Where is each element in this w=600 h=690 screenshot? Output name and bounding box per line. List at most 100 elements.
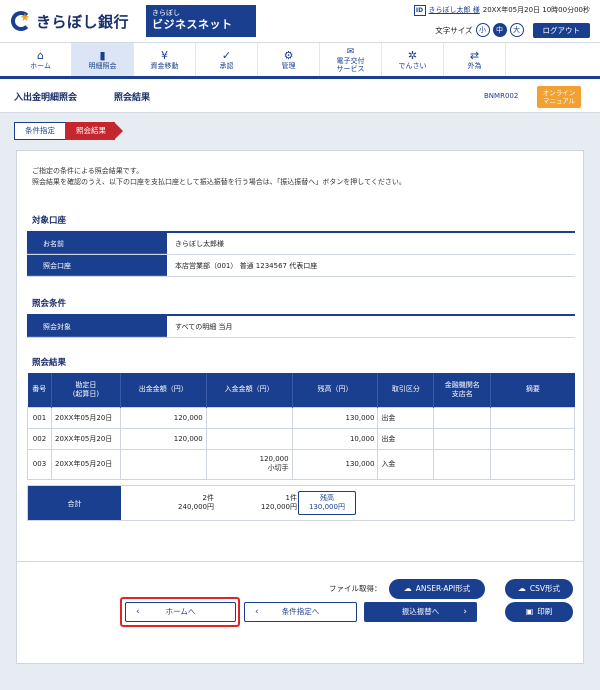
kv-key: 照会対象 <box>27 316 167 337</box>
nav-item-label: 外為 <box>467 62 482 70</box>
col-header-deposit: 入金金額（円） <box>206 373 293 407</box>
col-header-memo: 摘要 <box>490 373 575 407</box>
bank-logo[interactable]: ★ きらぼし銀行 <box>10 7 140 35</box>
cell-no: 001 <box>27 406 52 429</box>
nav-item-e-delivery[interactable]: ✉ 電子交付 サービス <box>320 43 382 76</box>
densai-icon: ✲ <box>407 49 418 62</box>
cell-withdraw: 120,000 <box>119 427 207 450</box>
totals-deposit-sum: 120,000円 <box>261 503 297 511</box>
cell-bank <box>433 427 492 450</box>
chevron-left-icon: ‹ <box>136 607 140 617</box>
transfer-button[interactable]: 振込振替へ › <box>364 602 477 622</box>
font-size-large-button[interactable]: 大 <box>509 23 524 37</box>
service-sub-label: きらぼし <box>152 9 180 17</box>
nav-item-label: でんさい <box>398 62 427 70</box>
logout-button[interactable]: ログアウト <box>532 22 590 38</box>
anser-api-download-button[interactable]: ☁ ANSER-API形式 <box>389 579 485 599</box>
font-size-medium-button[interactable]: 中 <box>492 23 507 37</box>
totals-withdraw: 2件 240,000円 <box>121 486 214 520</box>
totals-deposit-count: 1件 <box>285 494 297 502</box>
screen-id: BNMR002 <box>484 92 519 100</box>
file-download-label: ファイル取得： <box>329 584 382 593</box>
totals-withdraw-count: 2件 <box>202 494 214 502</box>
online-manual-button[interactable]: オンライン マニュアル <box>537 86 581 108</box>
condition-button-label: 条件指定へ <box>281 607 320 616</box>
nav-item-label: 明細照会 <box>88 62 117 70</box>
kv-value: すべての明細 当月 <box>175 323 233 331</box>
forex-icon: ⇄ <box>469 49 480 62</box>
account-section-title: 対象口座 <box>32 216 67 226</box>
mail-icon: ✉ <box>346 46 355 57</box>
main-panel: ご指定の条件による照会結果です。 照会結果を確認のうえ、以下の口座を支払口座とし… <box>16 150 584 664</box>
cell-no: 002 <box>27 427 52 450</box>
page-title: 入出金明細照会 <box>14 93 78 103</box>
kv-key: お名前 <box>27 233 167 254</box>
cell-bank <box>433 406 492 429</box>
kv-value: きらぼし太郎様 <box>175 240 224 248</box>
user-name-link[interactable]: きらぼし太郎 様 <box>429 5 480 15</box>
kv-value: 本店営業部（001） 普通 1234567 代表口座 <box>175 262 318 270</box>
step-indicator: 条件指定 照会結果 <box>14 122 123 140</box>
cell-withdraw: 120,000 <box>119 406 207 429</box>
nav-item-admin[interactable]: ⚙ 管理 <box>258 43 320 76</box>
chevron-right-icon: › <box>463 607 467 617</box>
anser-api-label: ANSER-API形式 <box>415 584 471 593</box>
account-table: お名前 きらぼし太郎様 照会口座 本店営業部（001） 普通 1234567 代… <box>27 231 575 277</box>
home-button[interactable]: ‹ ホームへ <box>125 602 236 622</box>
cell-date: 20XX年05月20日 <box>50 427 121 450</box>
user-bar: ID きらぼし太郎 様 20XX年05月20日 10時00分00秒 <box>413 4 590 16</box>
col-header-balance: 残高（円） <box>292 373 379 407</box>
conditions-row-target: 照会対象 すべての明細 当月 <box>27 316 575 338</box>
cell-deposit <box>205 406 293 429</box>
conditions-table: 照会対象 すべての明細 当月 <box>27 314 575 338</box>
cell-balance: 130,000 <box>291 406 379 429</box>
nav-item-statement[interactable]: ▮ 明細照会 <box>72 43 134 76</box>
cell-deposit-note: 小切手 <box>267 464 289 472</box>
col-header-bank: 金融機関名 支店名 <box>433 373 492 407</box>
nav-item-approval[interactable]: ✓ 承認 <box>196 43 258 76</box>
nav-item-label: 資金移動 <box>150 62 179 70</box>
conditions-section-title: 照会条件 <box>32 299 67 309</box>
table-row: 002 20XX年05月20日 120,000 10,000 出金 <box>27 427 575 450</box>
nav-item-label: ホーム <box>30 62 51 70</box>
totals-withdraw-sum: 240,000円 <box>178 503 214 511</box>
nav-item-label: 電子交付 サービス <box>336 56 365 73</box>
transfer-button-label: 振込振替へ <box>401 607 440 616</box>
kiraboshi-logo-icon: ★ <box>10 10 32 32</box>
results-header-row: 番号 勘定日 (起算日) 出金金額（円） 入金金額（円） 残高（円） 取引区分 … <box>27 373 575 407</box>
cell-balance: 10,000 <box>291 427 379 450</box>
document-icon: ▮ <box>99 49 106 62</box>
printer-icon: ▣ <box>525 607 534 616</box>
cell-memo <box>490 406 575 429</box>
user-icon: ID <box>413 4 426 16</box>
cell-type: 入金 <box>377 448 435 480</box>
col-header-date: 勘定日 (起算日) <box>51 373 121 407</box>
totals-balance-label: 残高 <box>320 494 334 502</box>
cell-balance: 130,000 <box>291 448 379 480</box>
print-button[interactable]: ▣ 印刷 <box>505 602 573 622</box>
page-subtitle: 照会結果 <box>114 93 151 103</box>
totals-balance-value: 130,000円 <box>309 503 345 511</box>
cell-date: 20XX年05月20日 <box>50 406 121 429</box>
condition-button[interactable]: ‹ 条件指定へ <box>244 602 357 622</box>
account-row-account: 照会口座 本店営業部（001） 普通 1234567 代表口座 <box>27 255 575 277</box>
print-button-label: 印刷 <box>537 607 553 616</box>
intro-text: ご指定の条件による照会結果です。 照会結果を確認のうえ、以下の口座を支払口座とし… <box>32 166 406 188</box>
cell-memo <box>490 448 575 480</box>
cell-memo <box>490 427 575 450</box>
bank-name: きらぼし銀行 <box>36 12 130 31</box>
col-header-withdraw: 出金金額（円） <box>120 373 207 407</box>
font-size-small-button[interactable]: 小 <box>475 23 490 37</box>
nav-item-transfer[interactable]: ¥ 資金移動 <box>134 43 196 76</box>
font-size-label: 文字サイズ <box>435 25 473 35</box>
nav-item-label: 管理 <box>281 62 296 70</box>
step-result: 照会結果 <box>65 122 123 140</box>
last-login-time: 20XX年05月20日 10時00分00秒 <box>482 6 590 14</box>
csv-download-button[interactable]: ☁ CSV形式 <box>505 579 573 599</box>
nav-item-label: 承認 <box>219 62 234 70</box>
nav-item-home[interactable]: ⌂ ホーム <box>10 43 72 76</box>
nav-item-forex[interactable]: ⇄ 外為 <box>444 43 506 76</box>
cell-withdraw <box>119 448 207 480</box>
home-icon: ⌂ <box>37 49 44 62</box>
nav-item-densai[interactable]: ✲ でんさい <box>382 43 444 76</box>
